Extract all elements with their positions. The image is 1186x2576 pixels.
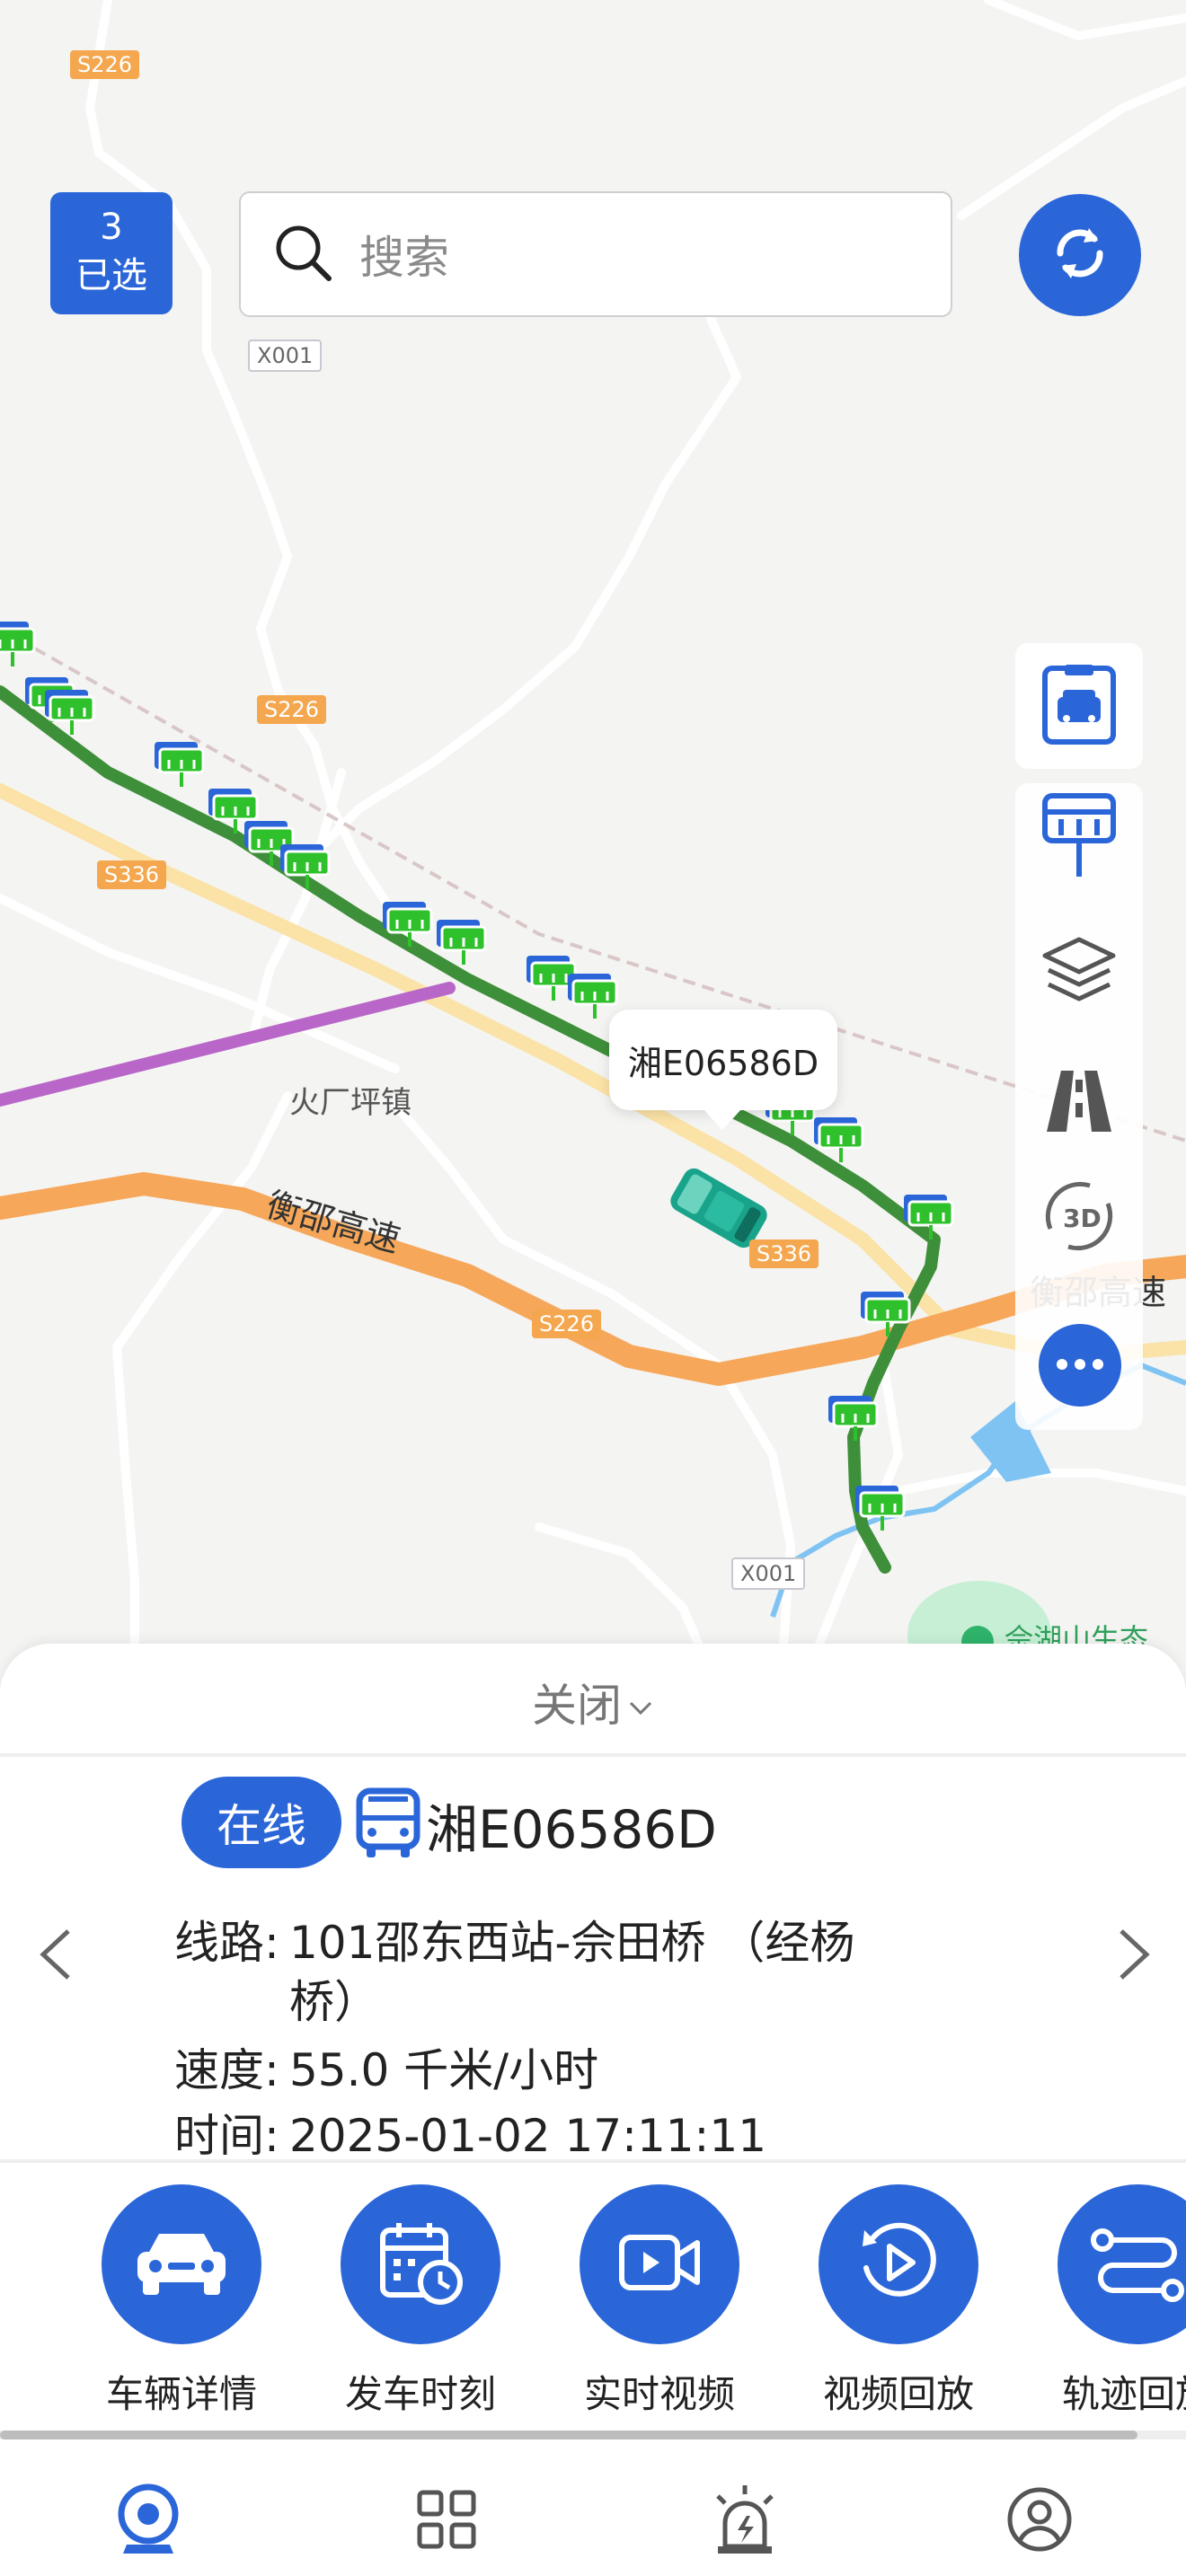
time-value: 2025-01-02 17:11:11 <box>289 2110 767 2155</box>
search-placeholder: 搜索 <box>359 232 449 284</box>
refresh-icon <box>1046 219 1114 291</box>
video-playback-button[interactable]: 视频回放 <box>791 2184 1006 2419</box>
svg-text:3D: 3D <box>1063 1204 1102 1233</box>
user-icon <box>1005 2485 1074 2557</box>
camera-icon <box>114 2482 182 2561</box>
track-playback-button[interactable]: 轨迹回放 <box>1030 2184 1186 2419</box>
action-label: 发车时刻 <box>344 2372 496 2416</box>
route-value-cont: 桥） <box>289 1976 379 2028</box>
road-icon <box>1041 1067 1117 1139</box>
vehicle-popup-plate: 湘E06586D <box>627 1043 819 1083</box>
selected-label: 已选 <box>75 255 147 296</box>
vehicle-card-icon <box>1041 663 1117 749</box>
road-tag: S226 <box>257 695 327 724</box>
speed-value: 55.0 千米/小时 <box>289 2044 599 2096</box>
road-tag: X001 <box>248 340 323 372</box>
route-icon <box>1088 2222 1186 2307</box>
speed-key: 速度: <box>174 2044 279 2096</box>
bottom-nav <box>0 2461 1186 2576</box>
town-label: 火厂坪镇 <box>289 1085 412 1121</box>
live-video-button[interactable]: 实时视频 <box>552 2184 767 2419</box>
next-vehicle-button[interactable] <box>1114 1926 1154 1987</box>
refresh-button[interactable] <box>1019 194 1141 316</box>
selected-count-button[interactable]: 3 已选 <box>50 192 173 314</box>
action-label: 轨迹回放 <box>1061 2372 1186 2416</box>
road-tag: S336 <box>749 1239 819 1268</box>
road-tag: X001 <box>731 1557 806 1590</box>
road-tag: S226 <box>532 1310 602 1338</box>
action-label: 实时视频 <box>583 2372 735 2416</box>
car-icon <box>132 2227 231 2302</box>
calendar-clock-icon <box>376 2218 465 2311</box>
route-key: 线路: <box>174 1917 279 1969</box>
close-panel-button[interactable]: 关闭 <box>0 1653 1186 1751</box>
nav-apps[interactable] <box>406 2481 487 2562</box>
search-input[interactable]: 搜索 <box>239 191 952 317</box>
traffic-toggle[interactable] <box>1015 1049 1143 1157</box>
nav-profile[interactable] <box>999 2481 1080 2562</box>
bus-stop-icon <box>1041 790 1117 884</box>
search-icon <box>271 221 334 287</box>
speed-row: 速度: 55.0 千米/小时 <box>174 2041 598 2100</box>
vehicle-popup[interactable]: 湘E06586D <box>609 1010 837 1130</box>
vehicle-plate: 湘E06586D <box>426 1799 717 1860</box>
route-value: 101邵东西站-佘田桥 （经杨 <box>289 1917 855 1969</box>
nav-alarm[interactable] <box>704 2481 785 2562</box>
vehicle-detail-button[interactable]: 车辆详情 <box>74 2184 289 2419</box>
action-label: 视频回放 <box>822 2372 974 2416</box>
selected-count: 3 <box>100 207 123 248</box>
video-icon <box>616 2228 703 2300</box>
chevron-down-icon <box>627 1676 654 1728</box>
status-badge: 在线 <box>181 1777 341 1868</box>
more-icon <box>1055 1357 1105 1374</box>
prev-vehicle-button[interactable] <box>36 1926 75 1987</box>
bus-icon <box>356 1787 420 1863</box>
grid-icon <box>416 2489 477 2554</box>
layers-toggle[interactable] <box>1015 918 1143 1026</box>
action-label: 车辆详情 <box>105 2372 257 2416</box>
action-scrollbar[interactable] <box>0 2430 1186 2439</box>
road-tag: S226 <box>70 50 140 79</box>
3d-toggle[interactable]: 3D <box>1015 1164 1143 1272</box>
action-bar: 车辆详情 发车时刻 实时视频 视频回放 轨迹回放 <box>0 2159 1186 2429</box>
nav-monitor[interactable] <box>108 2481 189 2562</box>
time-key: 时间: <box>174 2110 279 2155</box>
vehicle-list-button[interactable] <box>1015 643 1143 769</box>
road-tag: S336 <box>97 860 167 889</box>
time-row: 时间: 2025-01-02 17:11:11 <box>174 2106 766 2155</box>
departure-times-button[interactable]: 发车时刻 <box>313 2184 528 2419</box>
bus-stop-toggle[interactable] <box>1015 783 1143 891</box>
close-label: 关闭 <box>532 1680 622 1732</box>
layers-icon <box>1041 934 1117 1010</box>
3d-icon: 3D <box>1040 1178 1119 1257</box>
replay-icon <box>854 2218 943 2311</box>
alarm-icon <box>709 2483 781 2559</box>
more-button[interactable] <box>1039 1324 1121 1407</box>
route-row: 线路: 101邵东西站-佘田桥 （经杨 <box>174 1913 854 1972</box>
divider <box>0 1753 1186 1757</box>
